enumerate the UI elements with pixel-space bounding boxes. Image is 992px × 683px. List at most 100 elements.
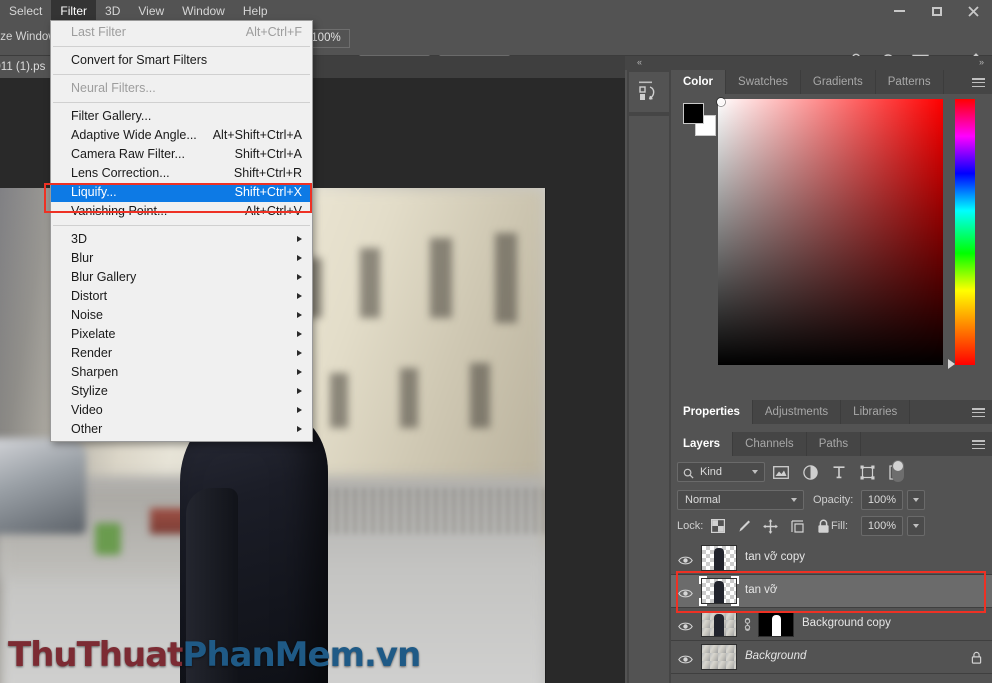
menu-item-shortcut: Shift+Ctrl+A [234, 147, 302, 161]
menu-item-filter-gallery[interactable]: Filter Gallery... [51, 107, 312, 126]
shape-layer-icon[interactable] [860, 465, 875, 480]
document-tab[interactable]: 0011 (1).ps [0, 56, 56, 78]
lock-image-pixels-icon[interactable] [737, 519, 751, 534]
menu-item-shortcut: Alt+Ctrl+V [245, 204, 302, 218]
tab-adjustments[interactable]: Adjustments [753, 400, 842, 424]
hue-bar-marker[interactable] [948, 359, 955, 369]
lock-transparent-pixels-icon[interactable] [711, 519, 726, 534]
submenu-arrow-icon [297, 388, 302, 394]
layer-mask-link-icon[interactable] [742, 618, 753, 631]
menu-item-label: Last Filter [71, 25, 126, 39]
menu-item-last-filter[interactable]: Last Filter Alt+Ctrl+F [51, 23, 312, 42]
layer-name: Background copy [802, 617, 891, 629]
layer-thumbnail[interactable] [701, 644, 737, 670]
menu-item-3d[interactable]: 3D [51, 230, 312, 249]
menu-item-label: Noise [71, 308, 103, 322]
opacity-value-field[interactable]: 100% [861, 490, 903, 510]
tab-paths[interactable]: Paths [807, 432, 862, 456]
table-row[interactable]: tan vỡ copy [671, 542, 992, 575]
menu-item-sharpen[interactable]: Sharpen [51, 363, 312, 382]
tab-patterns[interactable]: Patterns [876, 70, 944, 94]
layer-filter-kind-select[interactable]: Kind [677, 462, 765, 482]
lock-all-icon[interactable] [817, 519, 830, 534]
collapse-right-icon[interactable]: » [979, 57, 984, 67]
menu-select[interactable]: Select [0, 0, 51, 22]
menu-help[interactable]: Help [234, 0, 277, 22]
layer-thumbnail[interactable] [701, 611, 737, 637]
tab-layers[interactable]: Layers [671, 432, 734, 456]
canvas-edge [545, 188, 546, 683]
filter-dropdown-menu[interactable]: Last Filter Alt+Ctrl+F Convert for Smart… [50, 20, 313, 442]
foreground-color-swatch[interactable] [683, 103, 704, 124]
layer-mask-thumbnail[interactable] [758, 611, 794, 637]
menu-item-vanishing-point[interactable]: Vanishing Point... Alt+Ctrl+V [51, 202, 312, 221]
tab-swatches[interactable]: Swatches [726, 70, 801, 94]
image-fence [300, 488, 545, 534]
chevron-down-icon [752, 470, 758, 474]
color-spectrum[interactable] [718, 99, 943, 365]
image-window-detail [495, 233, 517, 323]
menu-item-blur[interactable]: Blur [51, 249, 312, 268]
tab-channels[interactable]: Channels [733, 432, 807, 456]
layer-filter-row: Kind [671, 459, 992, 485]
fill-stepper-chevron[interactable] [907, 516, 925, 536]
color-panel-menu-icon[interactable] [972, 78, 985, 87]
type-layer-icon[interactable] [832, 465, 846, 479]
layer-list: tan vỡ copy tan vỡ Background copy Backg… [671, 542, 992, 683]
tab-gradients[interactable]: Gradients [801, 70, 876, 94]
menu-item-convert-for-smart-filters[interactable]: Convert for Smart Filters [51, 51, 312, 70]
menu-item-distort[interactable]: Distort [51, 287, 312, 306]
adjustment-layer-icon[interactable] [803, 464, 818, 480]
menu-3d[interactable]: 3D [96, 0, 129, 22]
menu-item-liquify[interactable]: Liquify... Shift+Ctrl+X [51, 183, 312, 202]
layer-thumbnail[interactable] [701, 545, 737, 571]
lock-position-icon[interactable] [763, 518, 778, 534]
layer-visibility-icon[interactable] [678, 652, 693, 664]
opacity-label: Opacity: [813, 494, 854, 506]
menu-item-shortcut: Alt+Shift+Ctrl+A [212, 128, 302, 142]
maximize-button[interactable] [918, 0, 955, 22]
table-row[interactable]: Background copy [671, 608, 992, 641]
table-row[interactable]: tan vỡ [671, 575, 992, 608]
menu-item-adaptive-wide-angle[interactable]: Adaptive Wide Angle... Alt+Shift+Ctrl+A [51, 126, 312, 145]
minimize-button[interactable] [881, 0, 918, 22]
menu-item-stylize[interactable]: Stylize [51, 382, 312, 401]
menu-filter[interactable]: Filter [51, 0, 97, 22]
menu-item-shortcut: Alt+Ctrl+F [245, 25, 302, 39]
opacity-stepper-chevron[interactable] [907, 490, 925, 510]
menu-item-noise[interactable]: Noise [51, 306, 312, 325]
hue-bar[interactable] [955, 99, 975, 365]
layer-thumbnail[interactable] [701, 578, 737, 604]
menu-window[interactable]: Window [173, 0, 234, 22]
table-row[interactable]: Background [671, 641, 992, 674]
menu-item-lens-correction[interactable]: Lens Correction... Shift+Ctrl+R [51, 164, 312, 183]
tab-color[interactable]: Color [671, 70, 727, 94]
dock-collapse-bar[interactable]: « » [625, 56, 992, 70]
menu-item-blur-gallery[interactable]: Blur Gallery [51, 268, 312, 287]
layers-panel-menu-icon[interactable] [972, 440, 985, 449]
menu-view[interactable]: View [129, 0, 173, 22]
collapse-left-icon[interactable]: « [637, 57, 642, 67]
layer-filter-toggle[interactable] [892, 460, 904, 482]
layer-visibility-icon[interactable] [678, 586, 693, 598]
pixel-layer-icon[interactable] [773, 465, 789, 479]
lock-artboard-icon[interactable] [790, 519, 805, 534]
history-actions-icon[interactable] [629, 72, 669, 112]
tab-libraries[interactable]: Libraries [841, 400, 911, 424]
menu-item-neural-filters[interactable]: Neural Filters... [51, 79, 312, 98]
menu-item-camera-raw-filter[interactable]: Camera Raw Filter... Shift+Ctrl+A [51, 145, 312, 164]
close-button[interactable] [955, 0, 992, 22]
layer-visibility-icon[interactable] [678, 619, 693, 631]
menu-item-pixelate[interactable]: Pixelate [51, 325, 312, 344]
properties-panel-menu-icon[interactable] [972, 408, 985, 417]
blend-mode-select[interactable]: Normal [677, 490, 804, 510]
layers-panel-body: Kind Normal Opacity: 100% Lock: Fill: 10… [671, 456, 992, 683]
menu-item-render[interactable]: Render [51, 344, 312, 363]
layer-visibility-icon[interactable] [678, 553, 693, 565]
layer-name: tan vỡ [745, 584, 778, 596]
color-spectrum-cursor[interactable] [717, 98, 725, 106]
fill-value-field[interactable]: 100% [861, 516, 903, 536]
tab-properties[interactable]: Properties [671, 400, 753, 424]
menu-item-other[interactable]: Other [51, 420, 312, 439]
menu-item-video[interactable]: Video [51, 401, 312, 420]
